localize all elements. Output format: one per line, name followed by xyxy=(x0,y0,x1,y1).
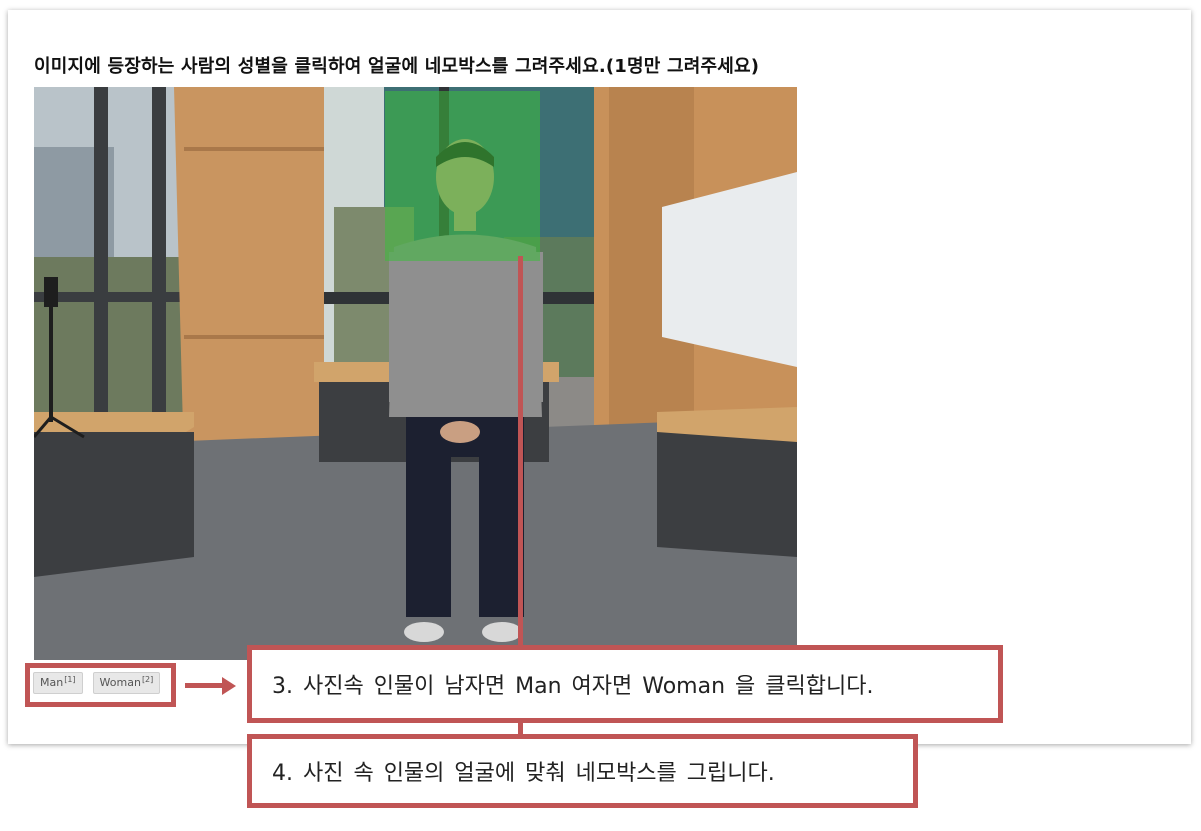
annotation-image[interactable] xyxy=(34,87,797,660)
callout-step-4-text: 4. 사진 속 인물의 얼굴에 맞춰 네모박스를 그립니다. xyxy=(272,761,775,786)
face-bounding-box[interactable] xyxy=(385,91,540,261)
pointer-arrow-line xyxy=(185,683,223,688)
task-instruction: 이미지에 등장하는 사람의 성별을 클릭하여 얼굴에 네모박스를 그려주세요.(… xyxy=(34,56,760,77)
callout-step-3-text: 3. 사진속 인물이 남자면 Man 여자면 Woman 을 클릭합니다. xyxy=(272,674,874,699)
pointer-arrow-icon xyxy=(222,677,236,695)
callout-step-4: 4. 사진 속 인물의 얼굴에 맞춰 네모박스를 그립니다. xyxy=(247,734,918,808)
callout-step-3: 3. 사진속 인물이 남자면 Man 여자면 Woman 을 클릭합니다. xyxy=(247,645,1003,723)
button-highlight-box xyxy=(25,663,176,707)
